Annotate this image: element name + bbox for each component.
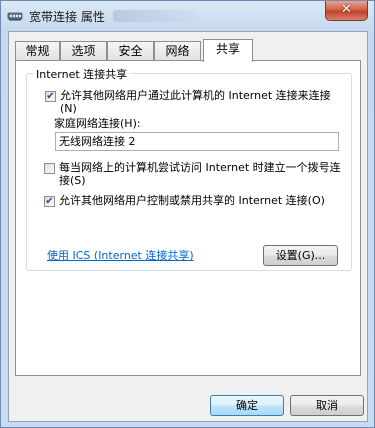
title-bar[interactable]: 宽带连接 属性 ✕ xyxy=(1,1,374,31)
ok-button[interactable]: 确定 xyxy=(210,395,284,416)
close-button[interactable]: ✕ xyxy=(325,1,368,21)
ics-help-link[interactable]: 使用 ICS (Internet 连接共享) xyxy=(47,247,194,263)
tab-options[interactable]: 选项 xyxy=(60,41,107,60)
cancel-button[interactable]: 取消 xyxy=(290,395,364,416)
dial-on-demand-label[interactable]: 每当网络上的计算机尝试访问 Internet 时建立一个拨号连接(S) xyxy=(59,161,343,187)
tab-security[interactable]: 安全 xyxy=(107,41,154,60)
dial-on-demand-checkbox[interactable] xyxy=(44,163,55,174)
allow-share-checkbox[interactable]: ✔ xyxy=(45,91,56,102)
home-network-label: 家庭网络连接(H): xyxy=(54,117,141,130)
network-connection-icon xyxy=(7,12,23,21)
allow-control-option[interactable]: ✔ 允许其他网络用户控制或禁用共享的 Internet 连接(O) xyxy=(44,194,344,224)
tab-networking[interactable]: 网络 xyxy=(154,41,201,60)
properties-dialog: 宽带连接 属性 ✕ 常规 选项 安全 网络 共享 Internet 连接共享 ✔… xyxy=(0,0,375,428)
tab-sharing[interactable]: 共享 xyxy=(203,39,253,62)
allow-share-label[interactable]: 允许其他网络用户通过此计算机的 Internet 连接来连接(N) xyxy=(60,89,344,115)
window-title: 宽带连接 属性 xyxy=(29,10,105,24)
allow-control-label[interactable]: 允许其他网络用户控制或禁用共享的 Internet 连接(O) xyxy=(59,194,343,207)
home-network-field[interactable]: 无线网络连接 2 xyxy=(55,132,339,151)
sharing-panel: Internet 连接共享 ✔ 允许其他网络用户通过此计算机的 Internet… xyxy=(15,60,361,376)
allow-control-checkbox[interactable]: ✔ xyxy=(44,196,55,207)
dialog-client: 常规 选项 安全 网络 共享 Internet 连接共享 ✔ 允许其他网络用户通… xyxy=(8,31,368,422)
settings-button[interactable]: 设置(G)... xyxy=(263,245,338,266)
ics-group-title: Internet 连接共享 xyxy=(33,66,131,82)
dial-on-demand-option[interactable]: 每当网络上的计算机尝试访问 Internet 时建立一个拨号连接(S) xyxy=(44,161,344,191)
title-redacted xyxy=(113,10,199,22)
tab-general[interactable]: 常规 xyxy=(15,41,60,60)
